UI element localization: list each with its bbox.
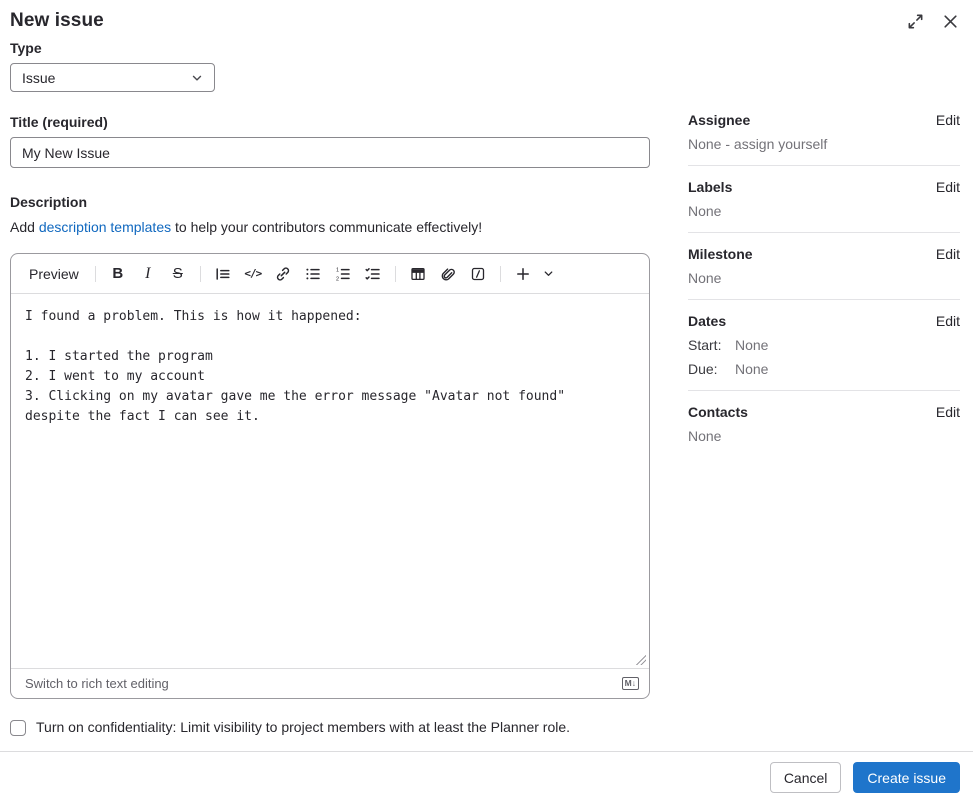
code-button[interactable]: </>: [239, 260, 267, 288]
assignee-title: Assignee: [688, 112, 751, 128]
table-button[interactable]: [404, 260, 432, 288]
quick-action-icon: [471, 267, 484, 280]
contacts-title: Contacts: [688, 404, 748, 420]
labels-edit-button[interactable]: Edit: [936, 179, 960, 195]
new-issue-modal: New issue Type Issue Title (required) My…: [0, 0, 973, 805]
description-templates-link[interactable]: description templates: [39, 219, 171, 235]
editor-footer: Switch to rich text editing M↓: [11, 668, 649, 698]
numbered-list-button[interactable]: 1 2: [329, 260, 357, 288]
description-label: Description: [10, 194, 88, 210]
expand-modal-button[interactable]: [905, 11, 926, 32]
chevron-down-icon: [544, 271, 553, 276]
due-date-row: Due: None: [688, 361, 960, 377]
labels-value: None: [688, 203, 722, 219]
quick-action-button[interactable]: [464, 260, 492, 288]
close-modal-button[interactable]: [940, 11, 961, 32]
sidebar-section-contacts: Contacts Edit None: [688, 404, 960, 457]
type-select[interactable]: Issue: [10, 63, 215, 92]
task-list-button[interactable]: [359, 260, 387, 288]
create-issue-button[interactable]: Create issue: [853, 762, 960, 793]
link-icon: [276, 266, 289, 281]
link-button[interactable]: [269, 260, 297, 288]
description-textarea[interactable]: I found a problem. This is how it happen…: [11, 294, 649, 668]
preview-button[interactable]: Preview: [21, 260, 87, 288]
task-list-icon: [365, 267, 380, 280]
expand-icon: [908, 14, 923, 28]
sidebar-section-assignee: Assignee Edit None - assign yourself: [688, 112, 960, 166]
header-actions: [905, 11, 961, 32]
bullet-list-button[interactable]: [299, 260, 327, 288]
issue-form: Type Issue Title (required) Description …: [10, 40, 650, 736]
type-label: Type: [10, 40, 42, 56]
textarea-wrapper: I found a problem. This is how it happen…: [11, 294, 649, 668]
start-date-label: Start:: [688, 337, 722, 353]
title-group: Title (required): [10, 114, 650, 168]
confidentiality-label[interactable]: Turn on confidentiality: Limit visibilit…: [36, 719, 570, 735]
assignee-edit-button[interactable]: Edit: [936, 112, 960, 128]
paperclip-icon: [441, 267, 455, 280]
plus-icon: [516, 267, 529, 280]
start-date-row: Start: None: [688, 337, 960, 353]
assignee-value[interactable]: None - assign yourself: [688, 136, 960, 152]
switch-rich-text-button[interactable]: Switch to rich text editing: [25, 676, 169, 691]
toolbar-divider: [499, 265, 501, 282]
quote-button[interactable]: [209, 260, 237, 288]
editor-toolbar: Preview B I S </> 1 2: [11, 254, 649, 294]
resize-handle[interactable]: [636, 655, 646, 665]
more-options-button[interactable]: [509, 260, 537, 288]
toolbar-divider: [199, 265, 201, 282]
close-icon: [944, 14, 957, 28]
sidebar-section-labels: Labels Edit None: [688, 179, 960, 233]
milestone-value: None: [688, 270, 722, 286]
toolbar-dropdown-button[interactable]: [539, 260, 559, 288]
type-group: Type Issue: [10, 40, 650, 92]
bold-button[interactable]: B: [104, 260, 132, 288]
sidebar-section-milestone: Milestone Edit None: [688, 246, 960, 300]
issue-sidebar: Assignee Edit None - assign yourself Lab…: [688, 112, 960, 470]
chevron-down-icon: [192, 75, 202, 81]
start-date-value: None: [735, 337, 769, 353]
milestone-title: Milestone: [688, 246, 753, 262]
italic-button[interactable]: I: [134, 260, 162, 288]
modal-body: Type Issue Title (required) Description …: [0, 40, 973, 736]
hint-text: Add: [10, 219, 39, 235]
description-group: Description Add description templates to…: [10, 194, 650, 736]
sidebar-section-dates: Dates Edit Start: None Due: None: [688, 313, 960, 391]
type-select-value: Issue: [22, 69, 56, 86]
contacts-edit-button[interactable]: Edit: [936, 404, 960, 420]
dates-title: Dates: [688, 313, 727, 329]
labels-title: Labels: [688, 179, 733, 195]
confidentiality-checkbox[interactable]: [10, 720, 26, 736]
due-date-label: Due:: [688, 361, 718, 377]
numbered-list-icon: 1 2: [336, 267, 350, 282]
bullet-list-icon: [306, 268, 320, 279]
modal-footer: Cancel Create issue: [0, 751, 973, 805]
milestone-edit-button[interactable]: Edit: [936, 246, 960, 262]
contacts-value: None: [688, 428, 722, 444]
markdown-icon[interactable]: M↓: [621, 677, 639, 690]
svg-text:2: 2: [336, 276, 339, 282]
modal-header: New issue: [0, 0, 973, 40]
svg-text:1: 1: [336, 267, 339, 273]
quote-icon: [216, 267, 230, 280]
dates-edit-button[interactable]: Edit: [936, 313, 960, 329]
markdown-editor: Preview B I S </> 1 2 I found a problem.…: [10, 253, 650, 699]
cancel-button[interactable]: Cancel: [769, 762, 842, 793]
description-hint: Add description templates to help your c…: [10, 219, 650, 235]
title-label: Title (required): [10, 114, 108, 130]
attach-file-button[interactable]: [434, 260, 462, 288]
title-input[interactable]: [10, 137, 650, 168]
toolbar-divider: [94, 265, 96, 282]
strikethrough-button[interactable]: S: [164, 260, 192, 288]
table-icon: [411, 267, 425, 280]
hint-text: to help your contributors communicate ef…: [171, 219, 483, 235]
toolbar-divider: [394, 265, 396, 282]
page-title: New issue: [10, 10, 104, 31]
due-date-value: None: [735, 361, 769, 377]
confidentiality-row: Turn on confidentiality: Limit visibilit…: [10, 719, 650, 736]
